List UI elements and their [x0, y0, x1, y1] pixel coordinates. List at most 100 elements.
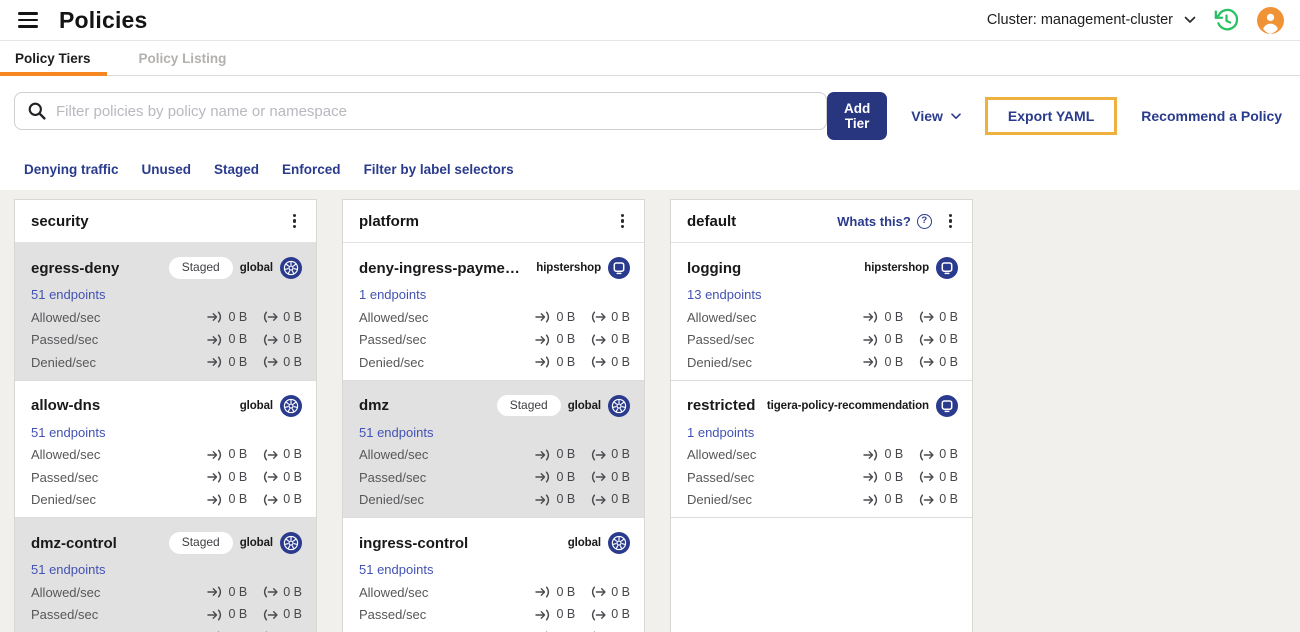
kubernetes-icon: [608, 394, 630, 417]
cluster-label: Cluster: management-cluster: [986, 12, 1173, 28]
ingress-arrow-icon: [535, 586, 551, 598]
egress-value: 0 B: [283, 309, 302, 324]
policy-name: ingress-control: [359, 534, 469, 552]
endpoints-link[interactable]: 51 endpoints: [359, 561, 630, 578]
egress-stat: 0 B: [918, 309, 958, 326]
kebab-icon[interactable]: [287, 209, 302, 234]
tier-name: platform: [359, 212, 419, 230]
stat-label: Denied/sec: [687, 492, 753, 507]
egress-value: 0 B: [283, 629, 302, 632]
cluster-selector[interactable]: Cluster: management-cluster: [987, 12, 1196, 28]
namespace-icon: [936, 394, 958, 417]
stat-values: 0 B 0 B: [207, 354, 302, 371]
policy-card-dmz[interactable]: dmz Staged global 51 endpoints Allowed/sec 0 …: [343, 380, 644, 518]
search-input[interactable]: [56, 102, 814, 120]
kebab-icon[interactable]: [943, 209, 958, 234]
add-tier-button[interactable]: Add Tier: [827, 92, 888, 140]
egress-stat: 0 B: [262, 354, 302, 371]
endpoints-link[interactable]: 13 endpoints: [687, 286, 958, 303]
ingress-value: 0 B: [884, 332, 904, 346]
policy-name: egress-deny: [31, 259, 120, 277]
view-button[interactable]: View: [911, 108, 961, 124]
history-icon[interactable]: [1213, 7, 1240, 34]
ingress-value: 0 B: [556, 607, 576, 621]
egress-value: 0 B: [939, 447, 958, 461]
whats-this-link[interactable]: Whats this??: [837, 213, 932, 229]
tier-column-platform: platform deny-ingress-paymentservi… hipste…: [342, 199, 645, 632]
scope-label: global: [239, 262, 273, 274]
recommend-policy-button[interactable]: Recommend a Policy: [1141, 108, 1282, 124]
ingress-value: 0 B: [556, 354, 576, 369]
ingress-arrow-icon: [207, 449, 223, 461]
filter-unused[interactable]: Unused: [142, 162, 192, 177]
egress-value: 0 B: [611, 447, 630, 461]
egress-stat: 0 B: [262, 446, 302, 463]
egress-value: 0 B: [283, 492, 302, 506]
policy-card-dmz-control[interactable]: dmz-control Staged global 51 endpoints Allow…: [15, 518, 316, 632]
kubernetes-icon: [280, 532, 302, 554]
scope-label: global: [567, 537, 601, 549]
egress-stat: 0 B: [262, 491, 302, 508]
menu-icon[interactable]: [16, 8, 40, 32]
namespace-icon: [608, 257, 630, 279]
ingress-arrow-icon: [863, 356, 879, 368]
stat-row: Passed/sec 0 B 0 B: [687, 331, 958, 348]
policy-card-ingress-control[interactable]: ingress-control global 51 endpoints Allowed…: [343, 518, 644, 632]
export-yaml-button[interactable]: Export YAML: [1008, 108, 1094, 124]
endpoints-link[interactable]: 1 endpoints: [687, 424, 958, 441]
stat-label: Allowed/sec: [359, 309, 429, 325]
filter-enforced[interactable]: Enforced: [282, 162, 341, 177]
policy-name: restricted: [687, 397, 756, 414]
scope-label: tigera-policy-recommendation: [766, 399, 929, 412]
tab-policy-listing[interactable]: Policy Listing: [124, 41, 243, 75]
egress-arrow-icon: [262, 609, 278, 621]
stat-values: 0 B 0 B: [207, 446, 302, 463]
egress-arrow-icon: [590, 449, 606, 461]
endpoints-link[interactable]: 51 endpoints: [359, 424, 630, 441]
ingress-arrow-icon: [207, 311, 223, 323]
egress-stat: 0 B: [262, 629, 302, 632]
policy-card-egress-deny[interactable]: egress-deny Staged global 51 endpoints Allow…: [15, 243, 316, 381]
filter-staged[interactable]: Staged: [214, 162, 259, 177]
policy-card-logging[interactable]: logging hipstershop 13 endpoints Allowed/se…: [671, 243, 972, 381]
ingress-stat: 0 B: [535, 446, 575, 463]
policy-card-allow-dns[interactable]: allow-dns global 51 endpoints Allowed/sec 0 …: [15, 380, 316, 518]
egress-stat: 0 B: [590, 354, 630, 371]
ingress-stat: 0 B: [207, 629, 247, 632]
policy-card-deny-ingress-paymentservi[interactable]: deny-ingress-paymentservi… hipstershop 1 e…: [343, 243, 644, 381]
egress-value: 0 B: [611, 332, 630, 346]
ingress-value: 0 B: [556, 584, 576, 599]
egress-arrow-icon: [262, 311, 278, 323]
egress-stat: 0 B: [918, 354, 958, 371]
endpoints-link[interactable]: 51 endpoints: [31, 561, 302, 578]
stat-row: Passed/sec 0 B 0 B: [359, 606, 630, 623]
stat-row: Allowed/sec 0 B 0 B: [359, 584, 630, 601]
policy-card-header: dmz-control Staged global: [31, 531, 302, 555]
stat-values: 0 B 0 B: [535, 491, 630, 508]
stat-row: Denied/sec 0 B 0 B: [687, 354, 958, 371]
tier-header: platform: [343, 200, 644, 243]
filter-denying-traffic[interactable]: Denying traffic: [24, 162, 119, 177]
ingress-value: 0 B: [228, 309, 248, 324]
tab-policy-tiers[interactable]: Policy Tiers: [0, 41, 107, 76]
endpoints-link[interactable]: 1 endpoints: [359, 286, 630, 303]
ingress-arrow-icon: [535, 494, 551, 506]
filter-label-selectors[interactable]: Filter by label selectors: [364, 162, 514, 177]
policy-card-restricted[interactable]: restricted tigera-policy-recommendation 1 …: [671, 380, 972, 518]
endpoints-link[interactable]: 51 endpoints: [31, 286, 302, 303]
ingress-value: 0 B: [228, 584, 248, 599]
ingress-stat: 0 B: [535, 629, 575, 632]
avatar-icon[interactable]: [1257, 6, 1284, 34]
egress-stat: 0 B: [262, 606, 302, 623]
kebab-icon[interactable]: [615, 209, 630, 234]
stat-values: 0 B 0 B: [207, 469, 302, 486]
tier-board: security egress-deny Staged global 51 endpoi…: [0, 190, 1300, 632]
tab-bar: Policy Tiers Policy Listing: [0, 41, 1300, 76]
ingress-arrow-icon: [207, 586, 223, 598]
ingress-value: 0 B: [884, 447, 904, 461]
endpoints-link[interactable]: 51 endpoints: [31, 424, 302, 441]
stat-label: Denied/sec: [31, 354, 97, 370]
egress-arrow-icon: [590, 311, 606, 323]
whats-this-label: Whats this?: [837, 213, 911, 229]
egress-value: 0 B: [611, 354, 630, 369]
